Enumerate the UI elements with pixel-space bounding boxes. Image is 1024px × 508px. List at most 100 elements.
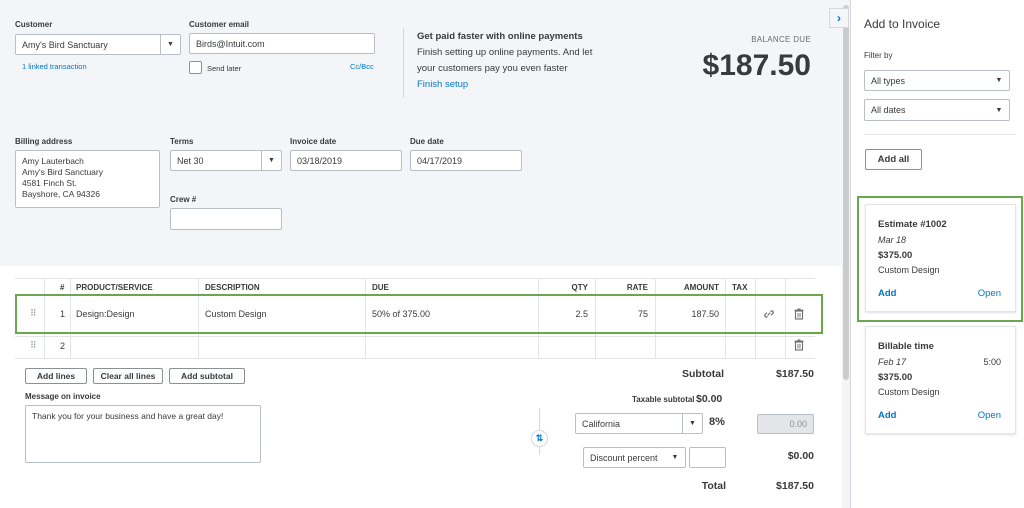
col-header-qty: QTY — [571, 283, 588, 292]
email-value: Birds@Intuit.com — [196, 38, 265, 49]
col-header-num: # — [60, 283, 65, 292]
promo-body-line1: Finish setting up online payments. And l… — [417, 47, 593, 58]
chevron-down-icon: ▼ — [995, 106, 1003, 114]
discount-amount: $0.00 — [787, 450, 814, 462]
total-value: $187.50 — [776, 480, 814, 492]
chevron-down-icon: ▼ — [995, 77, 1003, 84]
message-label: Message on invoice — [25, 392, 101, 401]
card-amount: $375.00 — [878, 250, 913, 261]
customer-value: Amy's Bird Sanctuary — [22, 39, 108, 50]
crew-label: Crew # — [170, 195, 197, 204]
promo-body-line2: your customers pay you even faster — [417, 63, 568, 74]
tax-amount-input[interactable]: 0.00 — [757, 414, 814, 434]
invoice-date-input[interactable]: 03/18/2019 — [290, 150, 402, 171]
card-date: Feb 17 — [878, 357, 907, 367]
billable-time-card[interactable]: Billable time Feb 17 5:00 $375.00 Custom… — [865, 326, 1016, 434]
card-description: Custom Design — [878, 265, 940, 275]
send-later-label: Send later — [207, 64, 242, 73]
table-row[interactable]: ⠿ 2 — [15, 336, 815, 358]
estimate-card[interactable]: Estimate #1002 Mar 18 $375.00 Custom Des… — [865, 204, 1016, 312]
due-date-value: 04/17/2019 — [417, 155, 463, 166]
card-title: Billable time — [878, 341, 934, 352]
billing-line2: Amy's Bird Sanctuary — [22, 167, 103, 177]
balance-due-label: BALANCE DUE — [751, 35, 811, 44]
due-date-input[interactable]: 04/17/2019 — [410, 150, 522, 171]
card-open-link[interactable]: Open — [978, 288, 1001, 299]
col-header-tax: TAX — [732, 283, 748, 292]
chevron-down-icon: ▼ — [671, 454, 679, 461]
sidebar-title: Add to Invoice — [864, 17, 941, 31]
add-all-button[interactable]: Add all — [865, 149, 922, 170]
row-num: 2 — [60, 341, 66, 351]
tax-region-value: California — [582, 418, 621, 429]
discount-type-select[interactable]: Discount percent ▼ — [583, 447, 686, 468]
add-lines-button[interactable]: Add lines — [25, 368, 87, 384]
discount-type-value: Discount percent — [590, 452, 658, 463]
row-highlight — [15, 294, 823, 334]
billing-address-textarea[interactable]: Amy Lauterbach Amy's Bird Sanctuary 4581… — [15, 150, 160, 208]
invoice-date-value: 03/18/2019 — [297, 155, 343, 166]
chevron-down-icon: ▼ — [261, 151, 281, 170]
terms-label: Terms — [170, 137, 194, 146]
main-scrollbar-thumb[interactable] — [843, 5, 849, 380]
cc-bcc-link[interactable]: Cc/Bcc — [350, 62, 374, 71]
col-header-description: DESCRIPTION — [205, 283, 260, 292]
email-label: Customer email — [189, 20, 250, 29]
col-header-amount: AMOUNT — [683, 283, 719, 292]
card-amount: $375.00 — [878, 372, 913, 383]
row-border — [15, 358, 815, 359]
type-filter-select[interactable]: All types ▼ — [864, 70, 1010, 91]
terms-select[interactable]: Net 30 ▼ — [170, 150, 282, 171]
card-title: Estimate #1002 — [878, 219, 947, 230]
billing-line4: Bayshore, CA 94326 — [22, 189, 100, 199]
card-description: Custom Design — [878, 387, 940, 397]
customer-label: Customer — [15, 20, 53, 29]
date-filter-value: All dates — [871, 105, 906, 115]
card-open-link[interactable]: Open — [978, 410, 1001, 421]
sidebar-divider — [864, 134, 1016, 135]
clear-all-lines-button[interactable]: Clear all lines — [93, 368, 163, 384]
crew-input[interactable] — [170, 208, 282, 230]
billing-line3: 4581 Finch St. — [22, 178, 77, 188]
finish-setup-link[interactable]: Finish setup — [417, 79, 468, 90]
card-date: Mar 18 — [878, 235, 907, 245]
chevron-down-icon: ▼ — [160, 35, 180, 54]
send-later-checkbox[interactable] — [189, 61, 202, 74]
billing-address-label: Billing address — [15, 137, 73, 146]
tax-rate-percent: 8% — [709, 416, 725, 428]
terms-value: Net 30 — [177, 155, 204, 166]
col-header-product: PRODUCT/SERVICE — [76, 283, 153, 292]
swap-order-icon[interactable]: ⇅ — [531, 430, 548, 447]
subtotal-value: $187.50 — [776, 368, 814, 380]
tax-amount-value: 0.00 — [789, 419, 807, 429]
collapse-sidebar-icon[interactable]: › — [829, 8, 849, 28]
total-label: Total — [701, 480, 726, 492]
card-add-link[interactable]: Add — [878, 410, 896, 421]
tax-rate-select[interactable]: California ▼ — [575, 413, 703, 434]
message-textarea[interactable]: Thank you for your business and have a g… — [25, 405, 261, 463]
balance-due-amount: $187.50 — [702, 49, 811, 82]
linked-transaction-link[interactable]: 1 linked transaction — [22, 62, 87, 71]
type-filter-value: All types — [871, 75, 906, 86]
col-header-rate: RATE — [626, 283, 648, 292]
billing-line1: Amy Lauterbach — [22, 156, 84, 166]
table-top-border — [15, 278, 815, 279]
taxable-subtotal-value: $0.00 — [696, 393, 723, 405]
message-value: Thank you for your business and have a g… — [32, 411, 224, 421]
customer-select[interactable]: Amy's Bird Sanctuary ▼ — [15, 34, 181, 55]
due-date-label: Due date — [410, 137, 444, 146]
promo-title: Get paid faster with online payments — [417, 31, 583, 42]
date-filter-select[interactable]: All dates ▼ — [864, 99, 1010, 121]
drag-handle-icon[interactable]: ⠿ — [30, 340, 37, 351]
add-subtotal-button[interactable]: Add subtotal — [169, 368, 245, 384]
filter-by-label: Filter by — [864, 51, 893, 60]
taxable-subtotal-label: Taxable subtotal — [632, 395, 695, 404]
promo-divider — [403, 28, 404, 98]
email-input[interactable]: Birds@Intuit.com — [189, 33, 375, 54]
card-add-link[interactable]: Add — [878, 288, 896, 299]
discount-value-input[interactable] — [689, 447, 726, 468]
chevron-down-icon: ▼ — [682, 414, 702, 433]
col-header-due: DUE — [372, 283, 389, 292]
trash-icon[interactable] — [794, 339, 804, 351]
subtotal-label: Subtotal — [682, 368, 724, 380]
